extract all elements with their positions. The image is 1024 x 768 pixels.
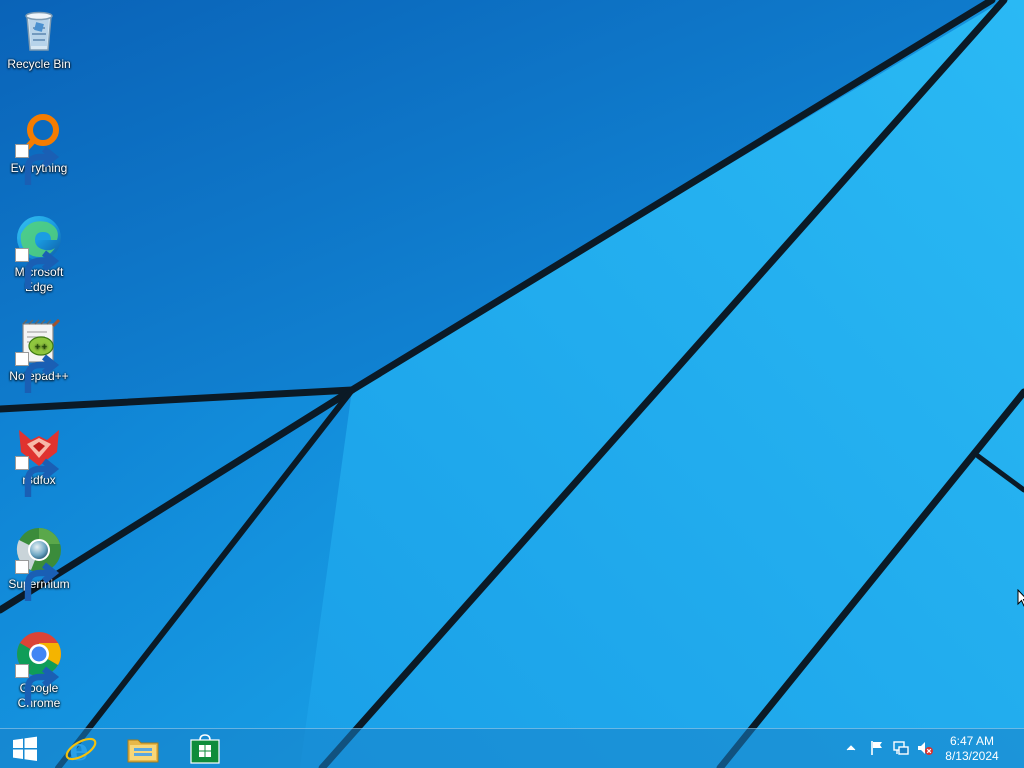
desktop-icon-google-chrome[interactable]: Google Chrome [2,630,76,711]
recycle-bin-icon [15,6,63,54]
supermium-icon [15,526,63,601]
store-icon [190,733,220,764]
taskbar-file-explorer[interactable] [118,729,168,768]
edge-icon [15,214,63,289]
svg-text:++: ++ [34,342,47,351]
mouse-cursor [1017,589,1024,607]
shortcut-arrow-icon [15,456,60,497]
show-hidden-icons-chevron[interactable] [842,739,860,757]
r3dfox-icon [15,422,63,497]
windows-start-icon [13,736,37,761]
action-center-flag-icon[interactable] [868,739,886,757]
svg-text:e: e [69,733,88,766]
clock-date: 8/13/2024 [945,749,999,763]
shortcut-arrow-icon [15,664,60,705]
taskbar-clock[interactable]: 6:47 AM 8/13/2024 [936,734,1008,764]
file-explorer-icon [127,739,159,762]
taskbar-internet-explorer[interactable]: e [56,729,106,768]
network-icon[interactable] [892,739,910,757]
desktop-icon-supermium[interactable]: Supermium [2,526,76,601]
volume-muted-icon[interactable] [916,739,934,757]
shortcut-arrow-icon [15,248,60,289]
desktop-icon-label: Recycle Bin [7,57,71,71]
shortcut-arrow-icon [15,144,60,185]
desktop-icon-recycle-bin[interactable]: Recycle Bin [2,6,76,72]
shortcut-arrow-icon [15,560,60,601]
desktop-wallpaper [0,0,1024,768]
taskbar: e 6:47 AM 8/13/2024 [0,728,1024,768]
taskbar-store[interactable] [180,729,230,768]
notepad-plus-plus-icon: ++ [15,318,63,393]
internet-explorer-icon: e [65,733,97,766]
shortcut-arrow-icon [15,352,60,393]
desktop-icon-r3dfox[interactable]: r3dfox [2,422,76,497]
system-tray: 6:47 AM 8/13/2024 [824,729,1024,768]
chrome-icon [15,630,63,705]
everything-search-icon [15,110,63,185]
clock-time: 6:47 AM [949,734,995,748]
desktop-icon-everything[interactable]: Everything [2,110,76,185]
start-button[interactable] [0,729,50,768]
desktop-icon-microsoft-edge[interactable]: Microsoft Edge [2,214,76,295]
desktop-icon-notepad-plus-plus[interactable]: ++ Notepad++ [2,318,76,393]
